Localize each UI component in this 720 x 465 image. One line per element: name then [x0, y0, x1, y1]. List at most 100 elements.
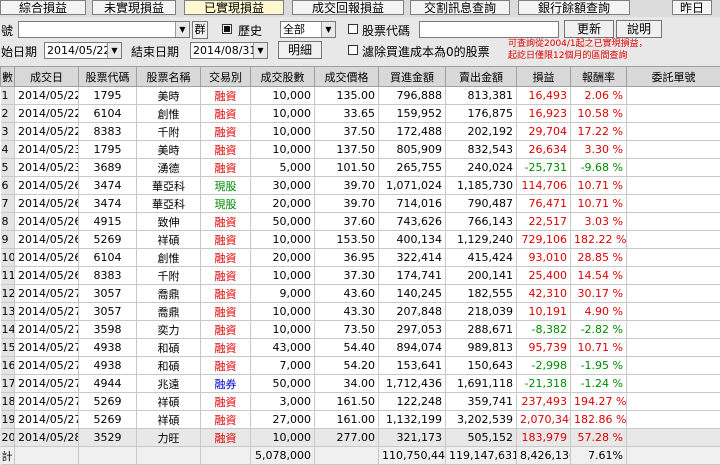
- cell-row-index: 10: [1, 249, 15, 267]
- col-header-sell-amount[interactable]: 賣出金額: [446, 67, 517, 87]
- chevron-down-icon[interactable]: ▼: [253, 43, 267, 58]
- col-header-buy-amount[interactable]: 買進金額: [379, 67, 446, 87]
- cell-shares: 20,000: [251, 249, 315, 267]
- stock-code-label: 股票代碼: [362, 22, 410, 39]
- cell-buy-amount: 322,414: [379, 249, 446, 267]
- table-row[interactable]: 182014/05/275269祥碩融資3,000161.50122,24835…: [1, 393, 720, 411]
- table-row[interactable]: 12014/05/221795美時融資10,000135.00796,88881…: [1, 87, 720, 105]
- table-row[interactable]: 22014/05/226104創惟融資10,00033.65159,952176…: [1, 105, 720, 123]
- cell-shares: 5,000: [251, 159, 315, 177]
- cell-stock-name: 祥碩: [137, 411, 201, 429]
- cell-pnl: 114,706: [517, 177, 571, 195]
- col-header-date[interactable]: 成交日: [15, 67, 79, 87]
- cell-buy-amount: 140,245: [379, 285, 446, 303]
- tab-overall-pnl[interactable]: 綜合損益: [0, 0, 86, 15]
- table-row[interactable]: 102014/05/266104創惟融資20,00036.95322,41441…: [1, 249, 720, 267]
- cell-row-index: 4: [1, 141, 15, 159]
- end-date-picker[interactable]: 2014/08/31 ▼: [190, 42, 268, 59]
- cell-trade-date: 2014/05/26: [15, 213, 79, 231]
- col-header-return-rate[interactable]: 報酬率: [571, 67, 627, 87]
- cell-shares: 10,000: [251, 321, 315, 339]
- table-row[interactable]: 62014/05/263474華亞科現股30,00039.701,071,024…: [1, 177, 720, 195]
- cell-return-rate: 3.03 %: [571, 213, 627, 231]
- cell-trade-date: 2014/05/26: [15, 195, 79, 213]
- cell-trade-type: 融資: [201, 249, 251, 267]
- totals-buy-amount: 110,750,443: [379, 447, 446, 465]
- cell-stock-name: 致伸: [137, 213, 201, 231]
- col-header-pnl[interactable]: 損益: [517, 67, 571, 87]
- start-date-picker[interactable]: 2014/05/22 ▼: [44, 42, 122, 59]
- cell-trade-type: 融資: [201, 159, 251, 177]
- table-row[interactable]: 142014/05/273598奕力融資10,00073.50297,05328…: [1, 321, 720, 339]
- help-button[interactable]: 說明: [616, 20, 662, 38]
- table-row[interactable]: 132014/05/273057喬鼎融資10,00043.30207,84821…: [1, 303, 720, 321]
- table-row[interactable]: 172014/05/274944兆遠融券50,00034.001,712,436…: [1, 375, 720, 393]
- account-select[interactable]: ▼: [18, 21, 190, 38]
- col-header-trade-type[interactable]: 交易別: [201, 67, 251, 87]
- history-checkbox[interactable]: [222, 24, 232, 34]
- table-row[interactable]: 72014/05/263474華亞科現股20,00039.70714,01679…: [1, 195, 720, 213]
- col-header-order-no[interactable]: 委託單號: [627, 67, 720, 87]
- stock-code-input[interactable]: [419, 21, 559, 38]
- group-button[interactable]: 群: [192, 21, 208, 39]
- history-label: 歷史: [238, 22, 262, 39]
- cell-price: 34.00: [315, 375, 379, 393]
- cell-stock-name: 華亞科: [137, 177, 201, 195]
- tab-bank-balance-query[interactable]: 銀行餘額查詢: [518, 0, 630, 15]
- table-row[interactable]: 32014/05/228383千附融資10,00037.50172,488202…: [1, 123, 720, 141]
- tab-unrealized-pnl[interactable]: 未實現損益: [92, 0, 176, 15]
- cell-order-no: [627, 429, 720, 447]
- tab-yesterday[interactable]: 昨日: [672, 0, 712, 15]
- cell-pnl: -2,998: [517, 357, 571, 375]
- table-row[interactable]: 42014/05/231795美時融資10,000137.50805,90983…: [1, 141, 720, 159]
- cell-shares: 50,000: [251, 375, 315, 393]
- tab-settlement-query[interactable]: 交割訊息查詢: [410, 0, 510, 15]
- table-row[interactable]: 192014/05/275269祥碩融資27,000161.001,132,19…: [1, 411, 720, 429]
- end-date-label: 結束日期: [131, 43, 179, 60]
- update-button[interactable]: 更新: [564, 20, 614, 38]
- cell-shares: 10,000: [251, 267, 315, 285]
- tab-realized-pnl[interactable]: 已實現損益: [184, 0, 284, 15]
- cell-trade-type: 融資: [201, 303, 251, 321]
- col-header-price[interactable]: 成交價格: [315, 67, 379, 87]
- cell-stock-name: 和碩: [137, 339, 201, 357]
- cell-row-index: 9: [1, 231, 15, 249]
- table-row[interactable]: 82014/05/264915致伸融資50,00037.60743,626766…: [1, 213, 720, 231]
- trade-type-select[interactable]: 全部 ▼: [280, 21, 336, 38]
- realized-pnl-grid[interactable]: 數 成交日 股票代碼 股票名稱 交易別 成交股數 成交價格 買進金額 賣出金額 …: [0, 66, 720, 428]
- trade-type-value: 全部: [283, 23, 305, 36]
- col-header-shares[interactable]: 成交股數: [251, 67, 315, 87]
- cell-stock-name: 喬鼎: [137, 303, 201, 321]
- cell-buy-amount: 174,741: [379, 267, 446, 285]
- chevron-down-icon[interactable]: ▼: [175, 22, 189, 37]
- detail-button[interactable]: 明細: [278, 41, 322, 59]
- cell-price: 161.50: [315, 393, 379, 411]
- cell-trade-date: 2014/05/26: [15, 177, 79, 195]
- filter-zero-cost-checkbox[interactable]: [348, 45, 358, 55]
- cell-price: 33.65: [315, 105, 379, 123]
- table-row[interactable]: 162014/05/274938和碩融資7,00054.20153,641150…: [1, 357, 720, 375]
- table-row[interactable]: 92014/05/265269祥碩融資10,000153.50400,1341,…: [1, 231, 720, 249]
- cell-price: 37.30: [315, 267, 379, 285]
- table-row[interactable]: 112014/05/268383千附融資10,00037.30174,74120…: [1, 267, 720, 285]
- table-row[interactable]: 202014/05/283529力旺融資10,000277.00321,1735…: [1, 429, 720, 447]
- tab-order-report-pnl[interactable]: 成交回報損益: [292, 0, 404, 15]
- cell-order-no: [627, 285, 720, 303]
- col-header-code[interactable]: 股票代碼: [79, 67, 137, 87]
- filter-zero-cost-label: 濾除買進成本為0的股票: [362, 43, 490, 60]
- chevron-down-icon[interactable]: ▼: [321, 22, 335, 37]
- cell-stock-name: 千附: [137, 123, 201, 141]
- cell-sell-amount: 505,152: [446, 429, 517, 447]
- cell-pnl: 2,070,340: [517, 411, 571, 429]
- cell-buy-amount: 207,848: [379, 303, 446, 321]
- stock-code-checkbox[interactable]: [348, 24, 358, 34]
- chevron-down-icon[interactable]: ▼: [107, 43, 121, 58]
- table-row[interactable]: 52014/05/233689湧德融資5,000101.50265,755240…: [1, 159, 720, 177]
- table-row[interactable]: 122014/05/273057喬鼎融資9,00043.60140,245182…: [1, 285, 720, 303]
- col-header-index[interactable]: 數: [1, 67, 15, 87]
- cell-pnl: 26,634: [517, 141, 571, 159]
- col-header-name[interactable]: 股票名稱: [137, 67, 201, 87]
- table-row[interactable]: 152014/05/274938和碩融資43,00054.40894,07498…: [1, 339, 720, 357]
- cell-trade-type: 融資: [201, 231, 251, 249]
- cell-stock-name: 喬鼎: [137, 285, 201, 303]
